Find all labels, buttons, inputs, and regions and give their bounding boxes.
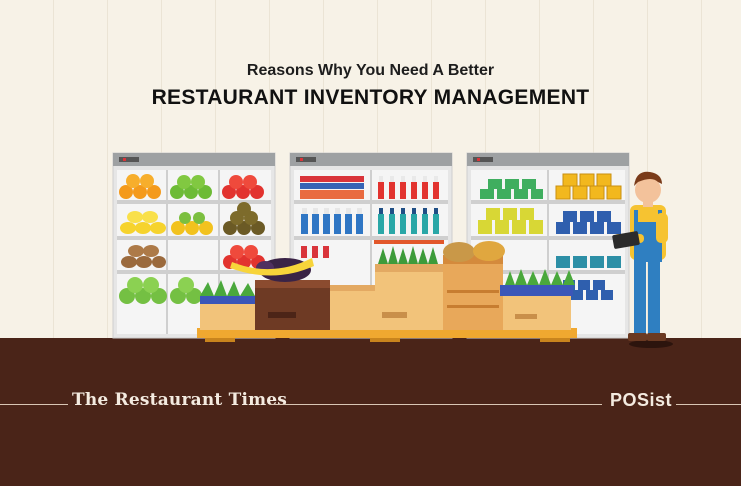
footer-divider-right <box>676 404 741 405</box>
inventory-illustration <box>112 152 673 348</box>
footer-divider-left <box>0 404 68 405</box>
footer-divider-middle <box>270 404 602 405</box>
posist-logo: POSist <box>610 390 673 410</box>
publication-logo: The Restaurant Times <box>72 390 288 410</box>
